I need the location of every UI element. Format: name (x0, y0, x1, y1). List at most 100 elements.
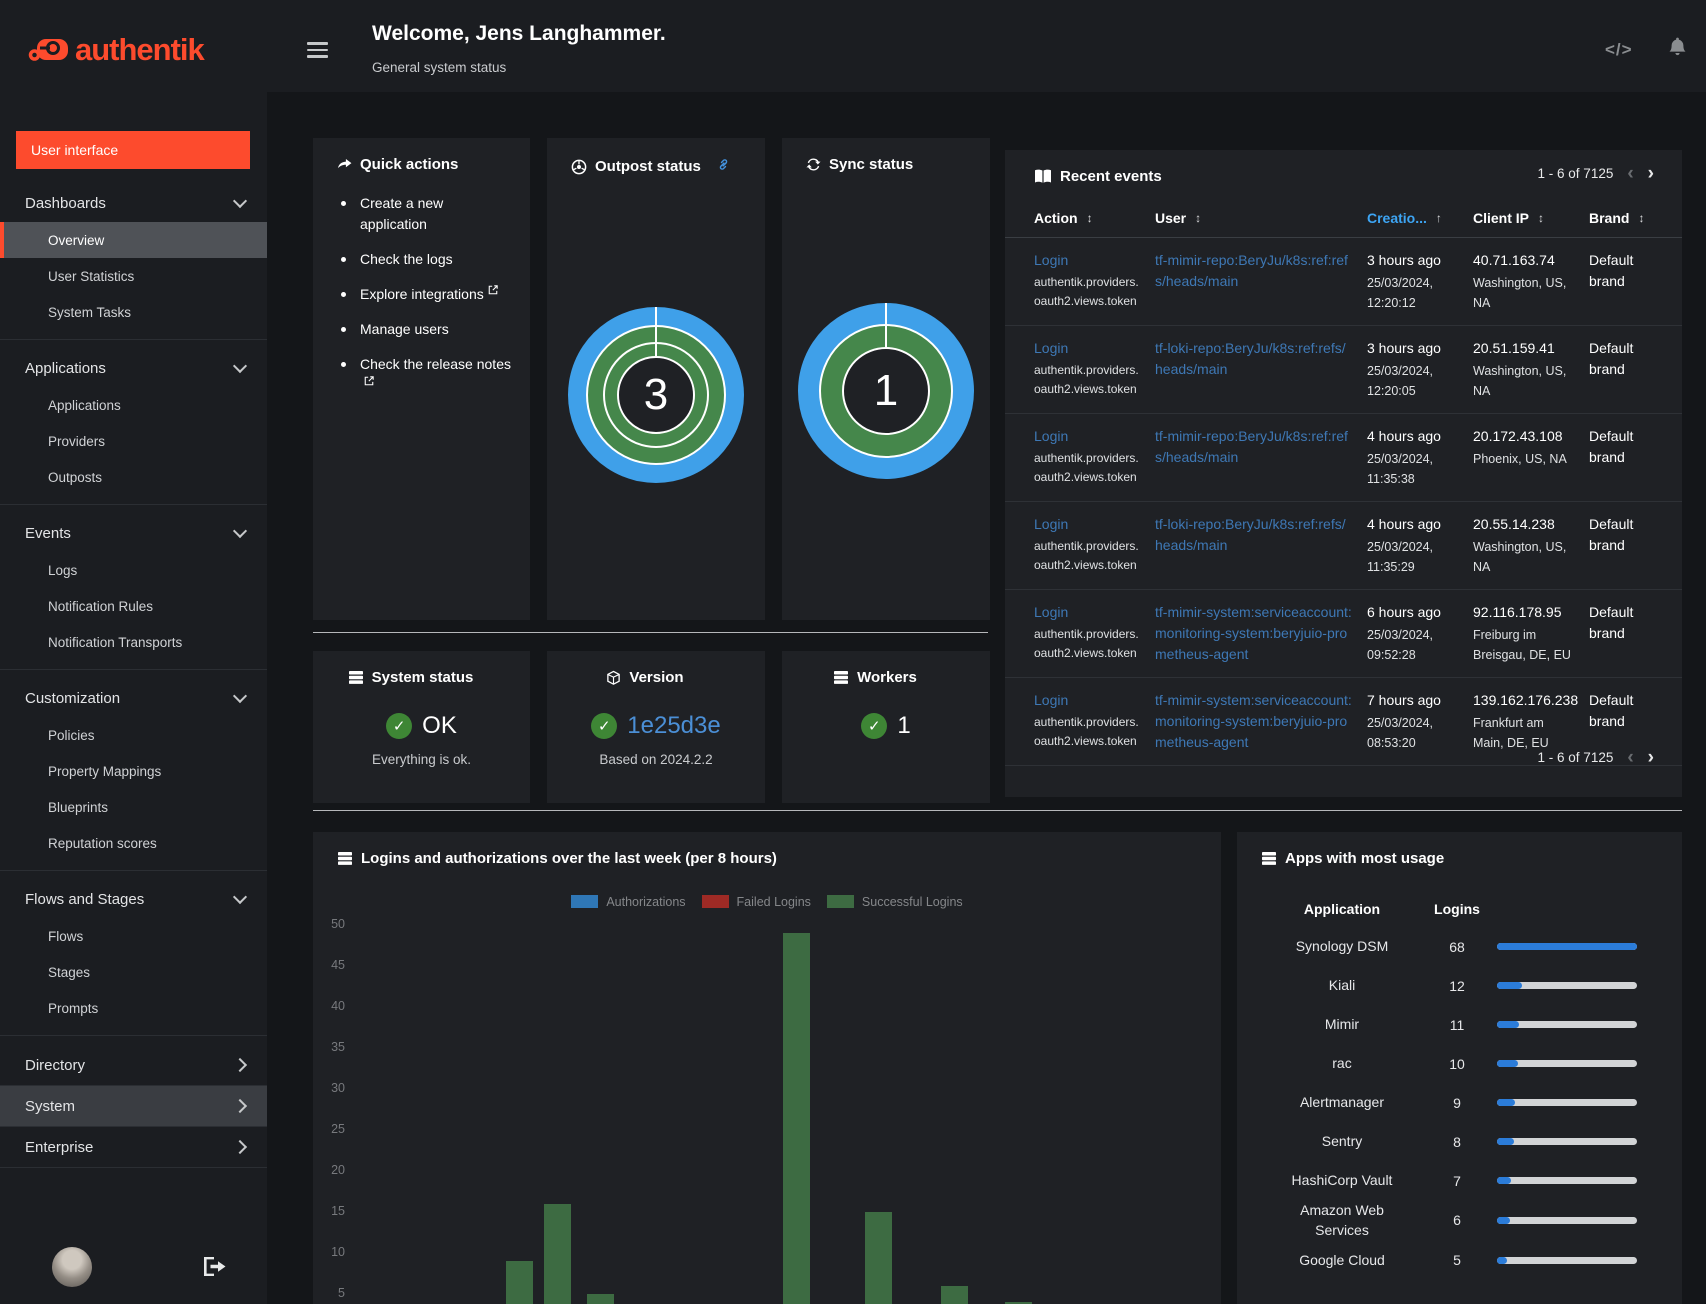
group-label: Events (25, 524, 71, 542)
chevron-down-icon (232, 358, 248, 374)
table-row: Login authentik.providers.oauth2.views.to… (1005, 590, 1682, 678)
event-action-link[interactable]: Login (1034, 692, 1068, 708)
sidebar-group-events[interactable]: Events (0, 514, 267, 552)
column-header-application: Application (1303, 901, 1381, 917)
sort-asc-icon[interactable]: ↑ (1436, 211, 1442, 225)
event-user-link[interactable]: tf-mimir-system:serviceaccount:monitorin… (1155, 604, 1352, 662)
panel-title: Recent events (1060, 168, 1162, 185)
authentik-logo[interactable]: authentik (28, 32, 205, 68)
sidebar-group-dashboards[interactable]: Dashboards (0, 184, 267, 222)
event-creation-cell: 7 hours ago 25/03/2024, 08:53:20 (1367, 690, 1473, 753)
section-divider (313, 810, 1682, 811)
event-action-link[interactable]: Login (1034, 340, 1068, 356)
pagination-prev-button[interactable]: ‹ (1627, 748, 1633, 767)
apps-table-body: Synology DSM 68 Kiali 12 Mimir 11 rac 10 Alertma… (1237, 927, 1682, 1280)
sidebar-item-property-mappings[interactable]: Property Mappings (0, 753, 267, 789)
sort-icon[interactable]: ↕ (1087, 211, 1093, 225)
event-user-link[interactable]: tf-mimir-repo:BeryJu/k8s:ref:refs/heads/… (1155, 428, 1348, 465)
event-action-link[interactable]: Login (1034, 604, 1068, 620)
event-user-link[interactable]: tf-loki-repo:BeryJu/k8s:ref:refs/heads/m… (1155, 340, 1346, 377)
sidebar-item-notification-rules[interactable]: Notification Rules (0, 588, 267, 624)
column-label: Creatio... (1367, 210, 1427, 226)
progress-fill (1497, 1060, 1518, 1067)
user-interface-button[interactable]: User interface (16, 131, 250, 169)
column-header-client-ip[interactable]: Client IP ↕ (1473, 210, 1589, 226)
outpost-link-icon[interactable] (715, 156, 732, 177)
chevron-down-icon (232, 889, 248, 905)
logout-icon[interactable] (204, 1257, 226, 1279)
sidebar-item-notification-transports[interactable]: Notification Transports (0, 624, 267, 660)
sidebar-item-providers[interactable]: Providers (0, 423, 267, 459)
outpost-status-donut-chart: 3 (568, 307, 744, 483)
quick-action-item: Explore integrations (341, 284, 512, 305)
pagination-next-button[interactable]: › (1648, 164, 1654, 183)
chart-bar (865, 1212, 892, 1304)
event-user-link[interactable]: tf-mimir-system:serviceaccount:monitorin… (1155, 692, 1352, 750)
quick-action-link-manage-users[interactable]: Manage users (360, 319, 449, 340)
column-header-logins: Logins (1434, 901, 1480, 917)
app-logins-count: 68 (1449, 938, 1465, 955)
quick-action-link-check-the-release-notes[interactable]: Check the release notes (360, 354, 512, 396)
sidebar-group-flows-and-stages[interactable]: Flows and Stages (0, 880, 267, 918)
app-name: rac (1332, 1055, 1352, 1072)
sidebar-item-reputation-scores[interactable]: Reputation scores (0, 825, 267, 861)
api-code-icon[interactable]: </> (1605, 40, 1633, 60)
event-time-absolute: 25/03/2024, 12:20:05 (1367, 364, 1434, 398)
event-user-link[interactable]: tf-loki-repo:BeryJu/k8s:ref:refs/heads/m… (1155, 516, 1346, 553)
event-action-link[interactable]: Login (1034, 516, 1068, 532)
column-label: Client IP (1473, 210, 1530, 226)
sort-icon[interactable]: ↕ (1538, 211, 1544, 225)
notifications-bell-icon[interactable] (1667, 36, 1688, 60)
sidebar-item-applications[interactable]: Applications (0, 387, 267, 423)
card-title: Version (629, 669, 684, 686)
sidebar-item-user-statistics[interactable]: User Statistics (0, 258, 267, 294)
y-axis-tick-label: 50 (331, 917, 345, 931)
event-user-link[interactable]: tf-mimir-repo:BeryJu/k8s:ref:refs/heads/… (1155, 252, 1348, 289)
event-action-link[interactable]: Login (1034, 252, 1068, 268)
sort-icon[interactable]: ↕ (1638, 211, 1644, 225)
y-axis-tick-label: 15 (331, 1204, 345, 1218)
sidebar-item-prompts[interactable]: Prompts (0, 990, 267, 1026)
progress-track (1497, 1256, 1637, 1264)
quick-action-link-create-a-new-application[interactable]: Create a new application (360, 193, 512, 235)
pagination-prev-button[interactable]: ‹ (1627, 164, 1633, 183)
outpost-icon (571, 159, 587, 175)
sidebar-item-overview[interactable]: Overview (0, 222, 267, 258)
event-time-relative: 4 hours ago (1367, 428, 1441, 444)
app-logins-count: 10 (1449, 1055, 1465, 1072)
column-header-action[interactable]: Action ↕ (1034, 210, 1155, 226)
sidebar-item-logs[interactable]: Logs (0, 552, 267, 588)
version-link[interactable]: 1e25d3e (627, 712, 720, 740)
sidebar-item-outposts[interactable]: Outposts (0, 459, 267, 495)
sidebar-item-label: Stages (48, 964, 91, 980)
quick-action-link-check-the-logs[interactable]: Check the logs (360, 249, 453, 270)
sidebar-group-applications[interactable]: Applications (0, 349, 267, 387)
event-client-ip: 20.55.14.238 (1473, 516, 1555, 532)
sidebar-item-enterprise[interactable]: Enterprise (0, 1127, 267, 1168)
column-header-brand[interactable]: Brand ↕ (1589, 210, 1679, 226)
sidebar-item-flows[interactable]: Flows (0, 918, 267, 954)
app-name: Mimir (1324, 1016, 1360, 1033)
avatar[interactable] (52, 1247, 92, 1287)
pagination-next-button[interactable]: › (1648, 748, 1654, 767)
column-header-user[interactable]: User ↕ (1155, 210, 1367, 226)
column-label: Action (1034, 210, 1078, 226)
sidebar-item-policies[interactable]: Policies (0, 717, 267, 753)
apps-usage-row: Sentry 8 (1237, 1122, 1682, 1161)
sidebar-item-directory[interactable]: Directory (0, 1045, 267, 1086)
quick-action-link-explore-integrations[interactable]: Explore integrations (360, 284, 498, 305)
column-header-creatio[interactable]: Creatio... ↑ (1367, 210, 1473, 226)
sidebar-item-blueprints[interactable]: Blueprints (0, 789, 267, 825)
chevron-right-icon (232, 1057, 248, 1073)
menu-icon[interactable] (307, 42, 328, 62)
share-arrow-icon (337, 158, 352, 171)
sidebar-divider (0, 669, 267, 670)
sidebar-item-stages[interactable]: Stages (0, 954, 267, 990)
app-name: Google Cloud (1299, 1251, 1385, 1268)
sort-icon[interactable]: ↕ (1195, 211, 1201, 225)
sidebar-item-system[interactable]: System (0, 1086, 267, 1127)
progress-track (1497, 1138, 1637, 1145)
event-action-link[interactable]: Login (1034, 428, 1068, 444)
sidebar-group-customization[interactable]: Customization (0, 679, 267, 717)
sidebar-item-system-tasks[interactable]: System Tasks (0, 294, 267, 330)
